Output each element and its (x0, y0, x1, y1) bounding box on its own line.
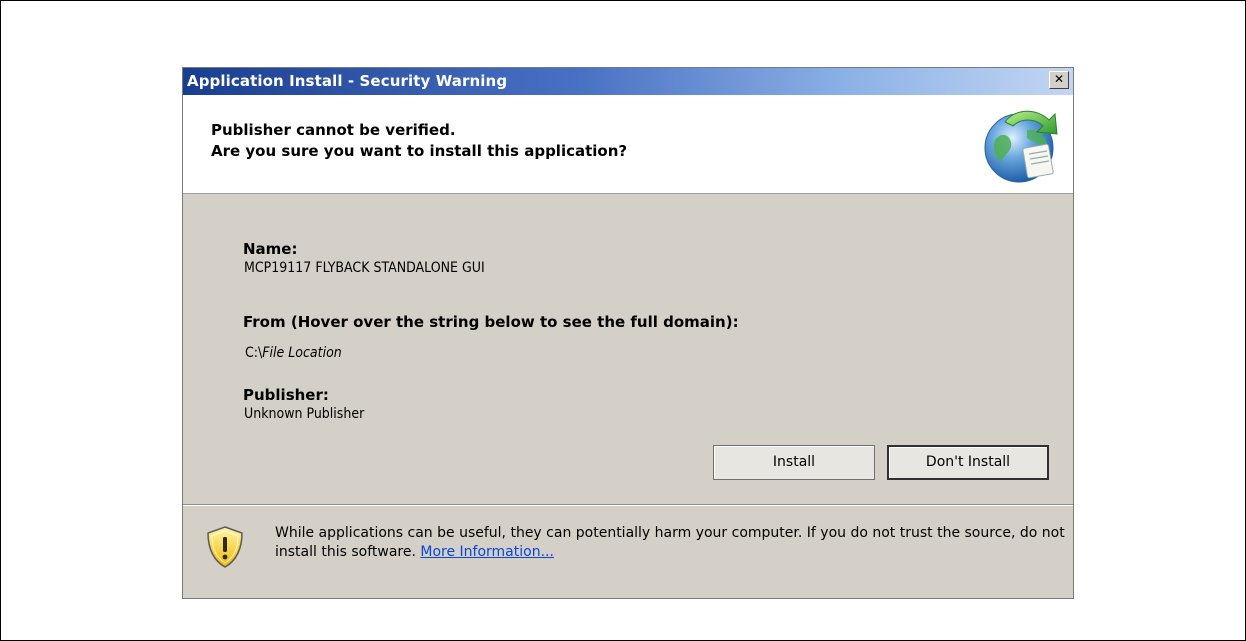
screenshot-frame: Application Install - Security Warning ✕… (0, 0, 1246, 641)
publisher-value: Unknown Publisher (244, 406, 365, 422)
warning-text: While applications can be useful, they c… (275, 525, 1065, 560)
name-label: Name: (243, 240, 298, 258)
name-value: MCP19117 FLYBACK STANDALONE GUI (244, 260, 485, 276)
from-label: From (Hover over the string below to see… (243, 313, 739, 331)
shield-warning-icon (207, 526, 243, 568)
dialog-header: Publisher cannot be verified. Are you su… (183, 95, 1073, 194)
globe-install-icon (984, 110, 1058, 183)
publisher-label: Publisher: (243, 386, 329, 404)
title-bar[interactable]: Application Install - Security Warning ✕ (183, 68, 1073, 95)
from-location: File Location (262, 345, 342, 361)
security-warning-dialog: Application Install - Security Warning ✕… (182, 67, 1074, 599)
from-value[interactable]: C:\File Location (245, 345, 342, 361)
close-icon: ✕ (1053, 72, 1065, 86)
dont-install-button[interactable]: Don't Install (887, 445, 1049, 480)
install-button[interactable]: Install (713, 445, 875, 480)
header-line-1: Publisher cannot be verified. (211, 121, 456, 139)
warning-text-block: While applications can be useful, they c… (275, 524, 1065, 562)
from-prefix: C:\ (245, 345, 263, 361)
dialog-title: Application Install - Security Warning (187, 72, 508, 90)
more-information-link[interactable]: More Information... (420, 544, 554, 560)
close-button[interactable]: ✕ (1049, 71, 1069, 89)
warning-footer: While applications can be useful, they c… (183, 506, 1073, 598)
header-line-2: Are you sure you want to install this ap… (211, 142, 628, 160)
